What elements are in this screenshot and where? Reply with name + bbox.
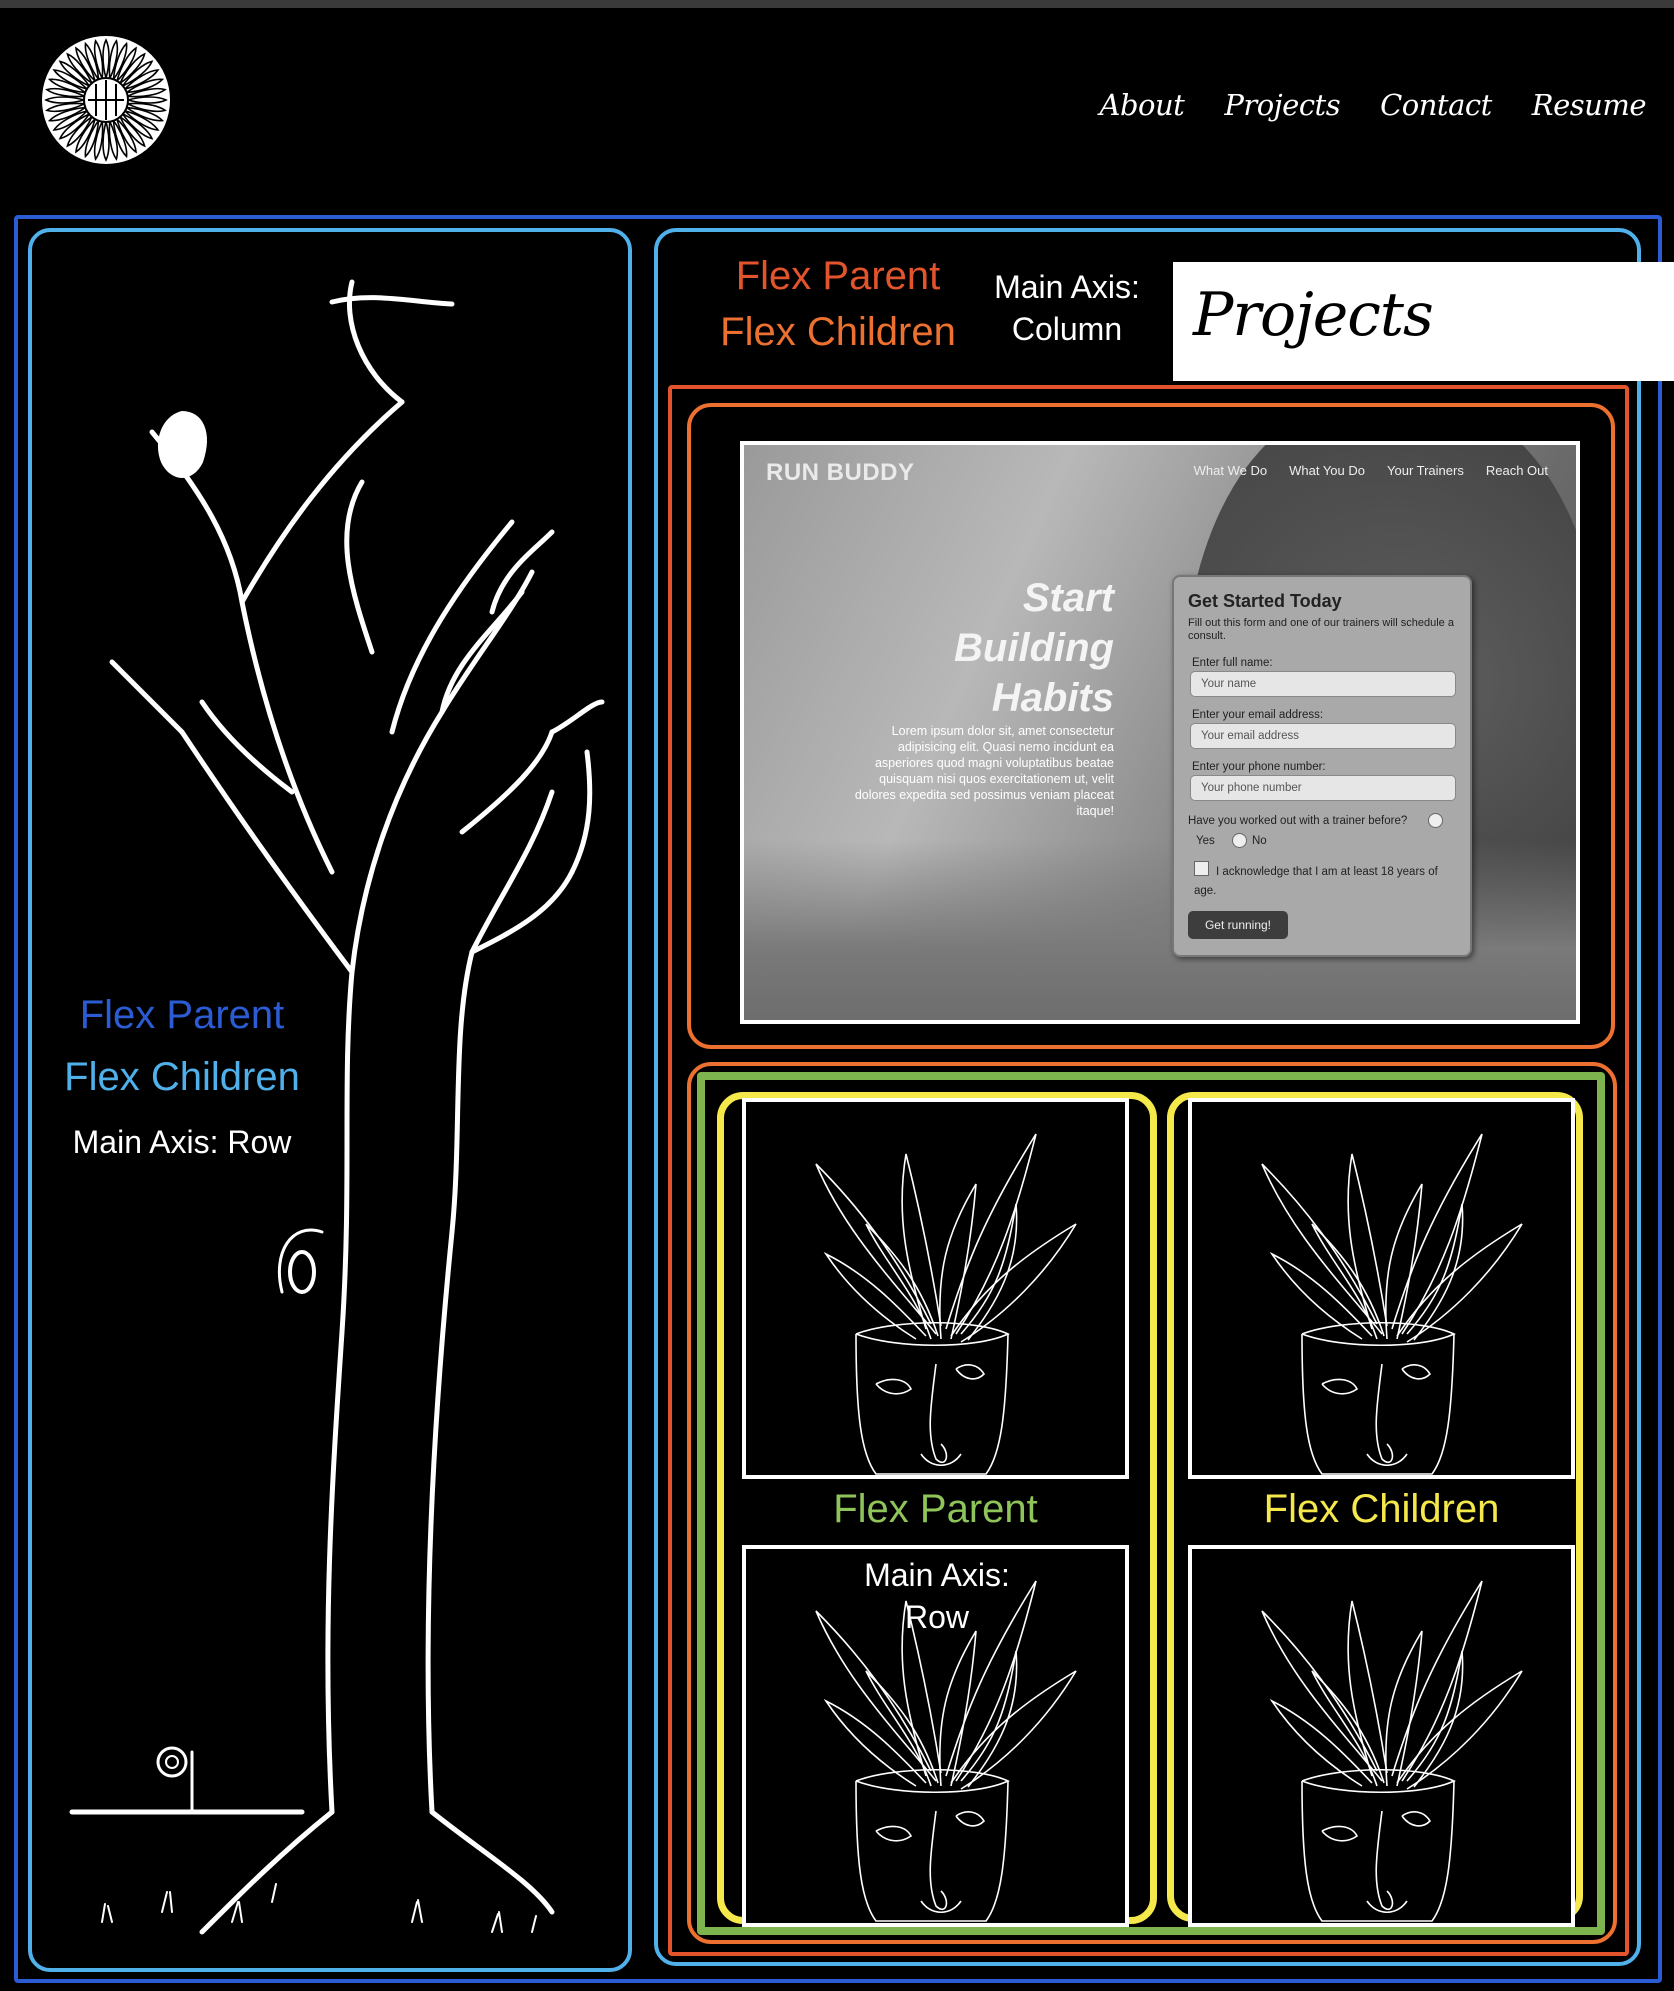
run-buddy-nav-item: What You Do [1289,463,1365,478]
yes-label: Yes [1196,835,1215,847]
nav-contact-link[interactable]: Contact [1380,88,1492,122]
nav-about-link[interactable]: About [1100,88,1185,122]
nav-resume-link[interactable]: Resume [1532,88,1647,122]
run-buddy-signup-form: Get Started Today Fill out this form and… [1172,575,1472,957]
age-ack-label: I acknowledge that I am at least 18 year… [1194,866,1438,897]
grid-flex-children-label: Flex Children [1263,1487,1500,1531]
logo-icon[interactable] [40,34,172,166]
projects-heading: Projects [1193,280,1434,350]
email-label: Enter your email address: [1192,709,1324,721]
plant-pot-illustration [815,1133,1077,1475]
run-buddy-project-screenshot[interactable]: RUN BUDDY What We Do What You Do Your Tr… [740,441,1580,1024]
nav-projects-link[interactable]: Projects [1224,88,1340,122]
get-running-button: Get running! [1188,911,1288,939]
phone-label: Enter your phone number: [1192,761,1326,773]
form-title: Get Started Today [1188,591,1342,611]
projects-heading-banner: Projects [1173,262,1674,381]
email-field: Your email address [1190,723,1456,749]
run-buddy-nav-item: Your Trainers [1387,463,1464,478]
radio-yes [1428,813,1443,828]
run-buddy-nav-item: What We Do [1193,463,1268,478]
form-subtitle: Fill out this form and one of our traine… [1188,617,1454,642]
grid-main-axis-label: Main Axis: Row [864,1557,1010,1635]
left-main-axis-label: Main Axis: Row [72,1124,292,1160]
project-card-1[interactable] [742,1098,1129,1479]
left-flex-parent-label: Flex Parent [79,993,285,1037]
plant-pot-illustration [1261,1580,1523,1922]
trainer-question: Have you worked out with a trainer befor… [1188,815,1408,827]
project-card-4[interactable] [1188,1545,1575,1927]
run-buddy-nav: What We Do What You Do Your Trainers Rea… [1194,463,1548,478]
run-buddy-hero-heading: Start Building Habits [954,576,1114,720]
left-flex-children-label: Flex Children [64,1055,300,1099]
plant-pot-illustration [1261,1133,1523,1475]
radio-no [1232,833,1247,848]
grid-flex-parent-label: Flex Parent [833,1487,1038,1531]
name-field: Your name [1190,671,1456,697]
window-top-bar [0,0,1674,8]
run-buddy-hero-text: Lorem ipsum dolor sit, amet consectetur … [854,724,1114,818]
run-buddy-brand: RUN BUDDY [766,459,915,486]
phone-field: Your phone number [1190,775,1456,801]
project-card-2[interactable] [1188,1098,1575,1479]
name-label: Enter full name: [1192,657,1273,669]
no-label: No [1252,835,1267,847]
main-nav: About Projects Contact Resume [1100,88,1647,122]
run-buddy-nav-item: Reach Out [1485,463,1548,478]
right-flex-children-label: Flex Children [720,310,956,354]
tree-illustration [69,279,605,1935]
right-flex-parent-label: Flex Parent [735,254,941,298]
right-main-axis-label: Main Axis: Column [994,269,1140,347]
